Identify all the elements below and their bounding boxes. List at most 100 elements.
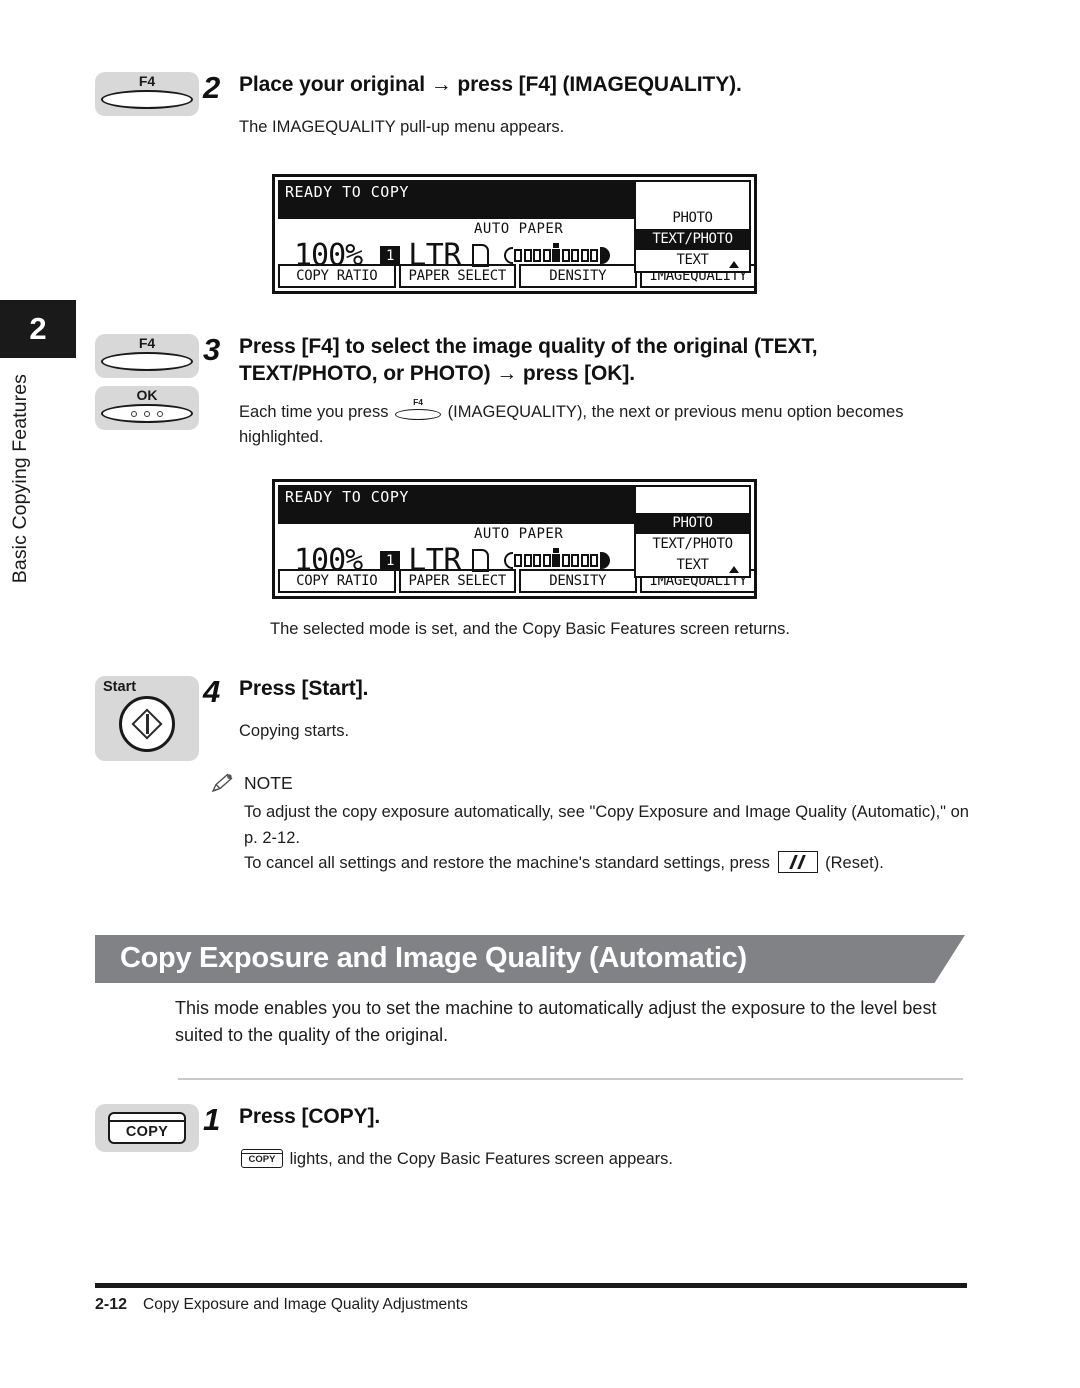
- step-4: Start 4 Press [Start]. Copying starts.: [95, 676, 975, 769]
- lcd-screen-2: READY TO COPY AUTO PAPER 100% 1 LTR COPY…: [272, 479, 757, 599]
- density-light-cap-icon: [503, 552, 513, 569]
- lcd-1-softkey-paper-select[interactable]: PAPER SELECT: [398, 264, 516, 288]
- step-2-heading: 2 Place your original → press [F4] (IMAG…: [203, 72, 975, 103]
- lens-icon: [101, 404, 193, 423]
- lcd-2-cassette-indicator: 1: [380, 550, 401, 571]
- step-1: COPY 1 Press [COPY]. COPY lights, and th…: [95, 1104, 975, 1172]
- step-2-number: 2: [203, 70, 221, 105]
- lcd-2-softkey-copy-ratio[interactable]: COPY RATIO: [278, 569, 396, 593]
- step-2: F4 2 Place your original → press [F4] (I…: [95, 72, 975, 140]
- lcd-1-menu-item-photo[interactable]: PHOTO: [636, 208, 749, 229]
- density-cell: [580, 249, 589, 262]
- chapter-label: Basic Copying Features: [9, 374, 31, 584]
- footer-divider: [95, 1283, 967, 1288]
- step-1-keycap-column: COPY: [95, 1104, 203, 1172]
- density-cell: [590, 554, 599, 567]
- density-cell: [533, 554, 542, 567]
- note-heading: NOTE: [210, 772, 970, 794]
- f4-keycap[interactable]: F4: [95, 72, 199, 116]
- start-button-icon: [119, 696, 175, 752]
- chapter-number: 2: [0, 300, 76, 358]
- lcd-2-status-bar: READY TO COPY: [278, 485, 640, 524]
- note-line-2: To cancel all settings and restore the m…: [244, 851, 970, 877]
- lcd-1-imagequality-menu: PHOTO TEXT/PHOTO TEXT: [634, 180, 751, 273]
- step-3: F4 OK 3 Press [F4] to select the image q…: [95, 334, 975, 449]
- lens-dots-icon: [103, 410, 191, 417]
- lcd-1-density-gauge: [503, 243, 610, 264]
- inline-f4-icon: F4: [395, 398, 442, 421]
- f4-keycap-label: F4: [138, 73, 156, 89]
- step-1-description: COPY lights, and the Copy Basic Features…: [239, 1147, 959, 1172]
- lcd-2-status-text: READY TO COPY: [285, 488, 409, 506]
- copy-keycap-label: COPY: [125, 1124, 169, 1140]
- section-banner: Copy Exposure and Image Quality (Automat…: [95, 935, 965, 983]
- copy-keycap[interactable]: COPY: [95, 1104, 199, 1152]
- section-divider: [178, 1078, 963, 1080]
- step-4-keycap-column: Start: [95, 676, 203, 769]
- density-current-marker: [552, 548, 561, 567]
- step-3-desc-part1: Each time you press: [239, 402, 389, 421]
- lcd-2-softkey-density[interactable]: DENSITY: [519, 569, 637, 593]
- step-4-body: 4 Press [Start]. Copying starts.: [203, 676, 975, 769]
- step-2-title: Place your original → press [F4] (IMAGEQ…: [239, 73, 742, 96]
- density-cell: [523, 249, 532, 262]
- lcd-2-imagequality-menu: PHOTO TEXT/PHOTO TEXT: [634, 485, 751, 578]
- lcd-2-softkey-paper-select[interactable]: PAPER SELECT: [398, 569, 516, 593]
- density-cell: [571, 249, 580, 262]
- density-cell: [542, 554, 551, 567]
- density-dark-cap-icon: [599, 247, 610, 264]
- step-1-body: 1 Press [COPY]. COPY lights, and the Cop…: [203, 1104, 975, 1172]
- step-1-title: Press [COPY].: [239, 1105, 381, 1128]
- lcd-1-menu-spacer: [636, 182, 749, 208]
- density-cell: [514, 249, 523, 262]
- start-keycap-label: Start: [103, 679, 137, 695]
- note-line-2-part1: To cancel all settings and restore the m…: [244, 854, 770, 873]
- density-current-marker: [552, 243, 561, 262]
- section-banner-title: Copy Exposure and Image Quality (Automat…: [120, 942, 747, 974]
- lcd-2-menu-spacer: [636, 487, 749, 513]
- density-cell: [542, 249, 551, 262]
- density-light-cap-icon: [503, 247, 513, 264]
- note-body: To adjust the copy exposure automaticall…: [244, 800, 970, 877]
- lcd-1-status-text: READY TO COPY: [285, 183, 409, 201]
- lcd-1-softkey-density[interactable]: DENSITY: [519, 264, 637, 288]
- ok-keycap[interactable]: OK: [95, 386, 199, 430]
- note-block: NOTE To adjust the copy exposure automat…: [210, 772, 970, 877]
- density-dark-cap-icon: [599, 552, 610, 569]
- lcd-2-menu-item-photo[interactable]: PHOTO: [636, 513, 749, 534]
- lcd-2-auto-paper-label: AUTO PAPER: [474, 526, 564, 542]
- lens-icon: [101, 90, 193, 109]
- step-2-description: The IMAGEQUALITY pull-up menu appears.: [239, 118, 565, 136]
- lcd-1-menu-item-text-photo[interactable]: TEXT/PHOTO: [636, 229, 749, 250]
- step-1-desc-part2: lights, and the Copy Basic Features scre…: [289, 1150, 673, 1168]
- lcd-2-inner: READY TO COPY AUTO PAPER 100% 1 LTR COPY…: [278, 485, 757, 593]
- note-heading-label: NOTE: [244, 772, 293, 793]
- step-3-heading: 3 Press [F4] to select the image quality…: [203, 334, 975, 388]
- pencil-icon: [210, 772, 236, 794]
- chapter-tab: 2 Basic Copying Features: [0, 300, 76, 583]
- step-2-keycap-column: F4: [95, 72, 203, 140]
- lcd-2-menu-item-text-photo[interactable]: TEXT/PHOTO: [636, 534, 749, 555]
- f4-keycap[interactable]: F4: [95, 334, 199, 378]
- step-4-number: 4: [203, 674, 221, 709]
- note-line-2-part2: (Reset).: [825, 854, 884, 873]
- lcd-1-status-bar: READY TO COPY: [278, 180, 640, 219]
- step-3-body: 3 Press [F4] to select the image quality…: [203, 334, 975, 449]
- ok-keycap-label: OK: [136, 387, 158, 403]
- copy-key-icon: COPY: [108, 1112, 186, 1144]
- density-cell: [561, 249, 570, 262]
- density-cell: [523, 554, 532, 567]
- step-1-number: 1: [203, 1102, 221, 1137]
- step-2-body: 2 Place your original → press [F4] (IMAG…: [203, 72, 975, 140]
- inline-copy-label: COPY: [248, 1154, 276, 1165]
- step-3-result-text: The selected mode is set, and the Copy B…: [270, 620, 791, 638]
- lcd-2-density-gauge: [503, 548, 610, 569]
- density-cell: [590, 249, 599, 262]
- inline-copy-key-icon: COPY: [241, 1149, 283, 1168]
- step-3-number: 3: [203, 332, 221, 367]
- density-cell: [514, 554, 523, 567]
- section-intro-text: This mode enables you to set the machine…: [175, 998, 937, 1045]
- start-keycap[interactable]: Start: [95, 676, 199, 761]
- footer-running-head: Copy Exposure and Image Quality Adjustme…: [143, 1296, 468, 1313]
- lcd-1-softkey-copy-ratio[interactable]: COPY RATIO: [278, 264, 396, 288]
